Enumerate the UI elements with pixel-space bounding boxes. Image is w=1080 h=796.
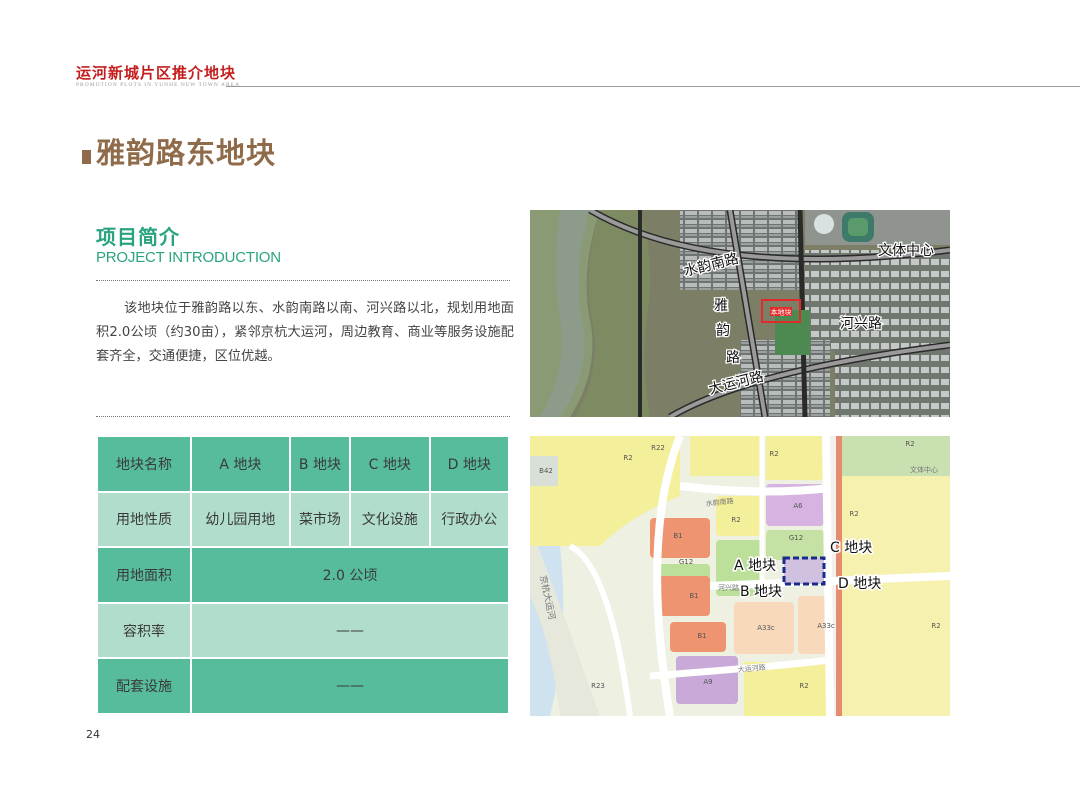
intro-paragraph: 该地块位于雅韵路以东、水韵南路以南、河兴路以北，规划用地面积2.0公顷（约30亩… [96, 301, 514, 364]
table-cell-header: 容积率 [98, 603, 190, 658]
plot-label-b: B 地块 [740, 584, 782, 600]
table-cell: B 地块 [290, 437, 350, 491]
table-cell: —— [192, 603, 508, 658]
table-cell: C 地块 [351, 437, 429, 491]
zone-code: R23 [591, 682, 605, 690]
zone-code: G12 [679, 558, 693, 566]
dotted-divider-bottom [96, 416, 510, 417]
zone-code: A33c [817, 622, 835, 630]
page-title: 雅韵路东地块 [96, 136, 277, 170]
table-row: 配套设施 —— [98, 659, 508, 713]
table-cell-header: 地块名称 [98, 437, 190, 491]
photo-label-yayun-2: 韵 [716, 323, 730, 339]
zone-code: A6 [793, 502, 803, 510]
table-cell: A 地块 [192, 437, 289, 491]
zone-code: B1 [689, 592, 698, 600]
table-cell-header: 配套设施 [98, 659, 190, 713]
table-cell: 幼儿园用地 [192, 492, 289, 547]
zone-code: R2 [799, 682, 808, 690]
photo-label-road-hexing: 河兴路 [840, 316, 882, 332]
header-title: 运河新城片区推介地块 [76, 64, 237, 82]
zone-code: R2 [769, 450, 778, 458]
table-cell-header: 用地性质 [98, 492, 190, 547]
aerial-photo-map: 本地块 水韵南路 文体中心 雅 韵 路 河兴路 大运河路 [530, 210, 950, 417]
plot-info-table: 地块名称 A 地块 B 地块 C 地块 D 地块 用地性质 幼儿园用地 菜市场 … [96, 435, 510, 715]
table-cell: 行政办公 [430, 492, 508, 547]
table-cell: 2.0 公顷 [192, 548, 508, 602]
zone-b1-2 [658, 576, 710, 616]
photo-label-sports-center: 文体中心 [878, 243, 934, 259]
photo-label-site: 本地块 [771, 308, 792, 317]
photo-label-yayun-3: 路 [726, 350, 740, 366]
photo-label-yayun-1: 雅 [714, 298, 728, 314]
intro-heading-zh: 项目简介 [96, 225, 180, 249]
plot-label-d: D 地块 [838, 576, 881, 592]
zone-code: B1 [697, 632, 706, 640]
site-boundary [782, 556, 826, 586]
page-number: 24 [86, 728, 100, 741]
table-row: 容积率 —— [98, 603, 508, 658]
land-use-plan-map: R2 R22 R2 R2 B42 A6 B1 G12 B1 B1 G12 R2 … [530, 436, 950, 716]
zone-code: A9 [703, 678, 712, 686]
zone-code: A33c [757, 624, 775, 632]
table-cell: 菜市场 [290, 492, 350, 547]
plan-map-graphic: R2 R22 R2 R2 B42 A6 B1 G12 B1 B1 G12 R2 … [530, 436, 950, 716]
table-cell-header: 用地面积 [98, 548, 190, 602]
zone-code: R2 [849, 510, 858, 518]
plan-road-label: 河兴路 [718, 583, 739, 592]
table-cell: 文化设施 [351, 492, 429, 547]
plan-road-label: 文体中心 [910, 465, 938, 474]
plot-label-c: C 地块 [830, 540, 872, 556]
header-rule [226, 86, 1080, 87]
aerial-photo-graphic: 本地块 水韵南路 文体中心 雅 韵 路 河兴路 大运河路 [530, 210, 950, 417]
zone-code: B42 [539, 467, 553, 475]
zone-code: R2 [905, 440, 914, 448]
zone-code: B1 [673, 532, 682, 540]
header-subtitle: PROMOTION PLOTS IN YUNHE NEW TOWN AREA [76, 82, 240, 88]
zone-code: R2 [731, 516, 740, 524]
zone-code: G12 [789, 534, 803, 542]
table-row: 用地性质 幼儿园用地 菜市场 文化设施 行政办公 [98, 492, 508, 547]
title-marker [82, 150, 91, 164]
table-row: 用地面积 2.0 公顷 [98, 548, 508, 602]
dotted-divider-top [96, 280, 510, 281]
plot-label-a: A 地块 [734, 558, 776, 574]
zone-code: R22 [651, 444, 665, 452]
table-cell: —— [192, 659, 508, 713]
zone-code: R2 [931, 622, 940, 630]
table-cell: D 地块 [430, 437, 508, 491]
zone-code: R2 [623, 454, 632, 462]
intro-heading-en: PROJECT INTRODUCTION [96, 249, 281, 266]
table-row: 地块名称 A 地块 B 地块 C 地块 D 地块 [98, 437, 508, 491]
